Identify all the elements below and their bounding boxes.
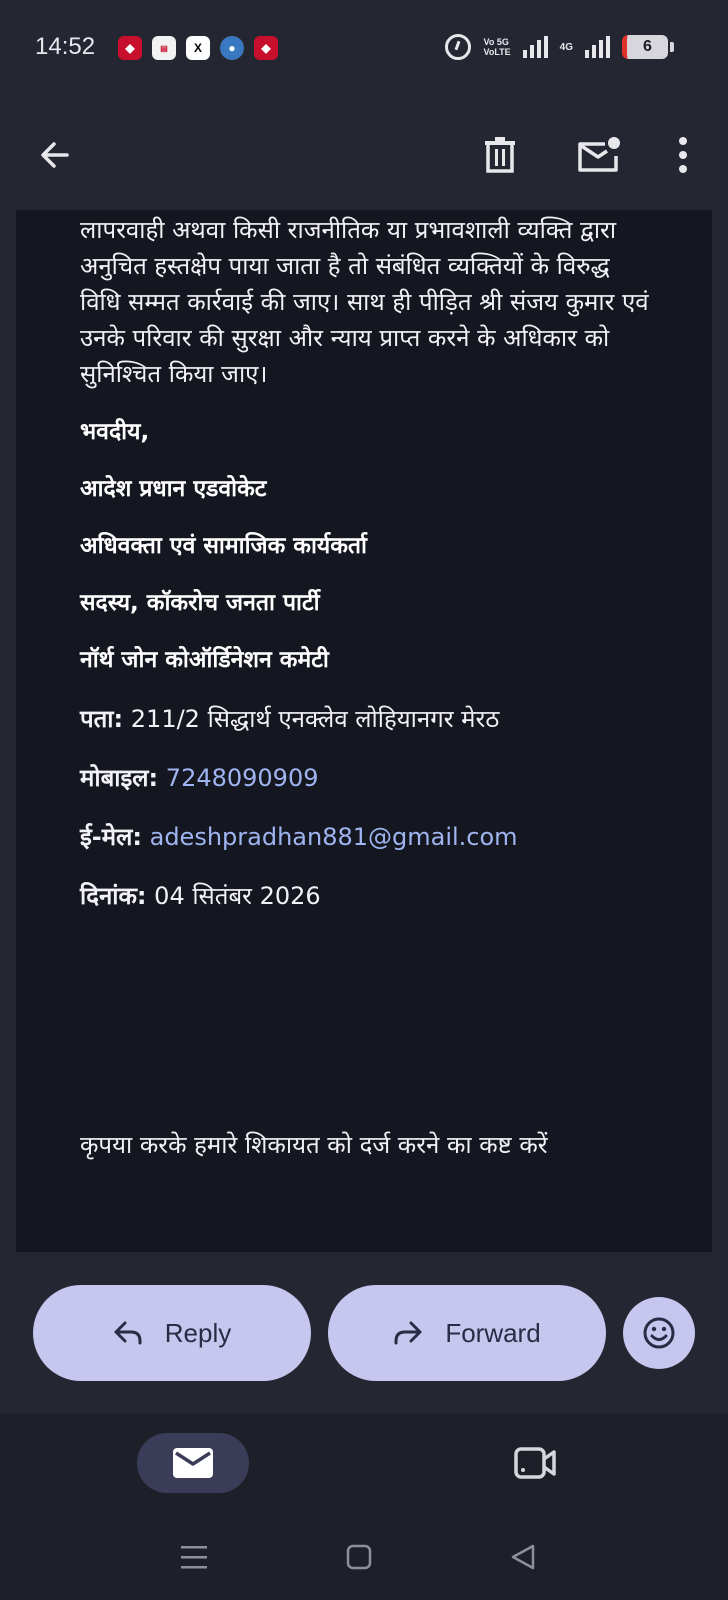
globe-notification-icon: ● [220,36,244,60]
footer-text: कृपया करके हमारे शिकायत को दर्ज करने का … [80,1131,548,1159]
signal-icon [522,36,548,58]
signature-committee: नॉर्थ जोन कोऑर्डिनेशन कमेटी [80,647,329,673]
forward-label: Forward [445,1317,541,1348]
signature-role: अधिवक्ता एवं सामाजिक कार्यकर्ता [80,533,367,559]
body-line: उनके परिवार की सुरक्षा और न्याय प्राप्त … [80,324,610,352]
date-label: दिनांक: [80,882,147,910]
app-notification-icon-2: ◆ [254,36,278,60]
mobile-link[interactable]: 7248090909 [166,764,319,792]
alarm-icon [445,34,472,60]
mobile-label: मोबाइल: [80,764,159,792]
address-row: पता: 211/2 सिद्धार्थ एनक्लेव लोहियानगर म… [80,702,648,736]
home-button[interactable] [334,1537,384,1577]
battery-icon: 6 [622,35,674,59]
body-line: सुनिश्चित किया जाए। [80,360,268,388]
recent-apps-button[interactable] [169,1537,219,1577]
volte-label-2: VoLTE [483,47,511,57]
email-label: ई-मेल: [80,823,142,851]
menu-icon [181,1546,207,1569]
email-actions: Reply Forward [0,1285,728,1381]
delete-button[interactable] [465,120,535,190]
x-notification-icon: X [186,36,210,60]
reply-label: Reply [164,1317,232,1348]
back-arrow-icon [41,142,69,168]
reply-icon [114,1321,142,1345]
trash-icon [485,137,515,173]
battery-level: 6 [643,38,652,55]
volte-label-1: Vo 5G [483,37,509,47]
email-link[interactable]: adeshpradhan881@gmail.com [150,823,518,851]
reply-button[interactable]: Reply [33,1285,311,1381]
system-navigation [0,1523,728,1600]
video-call-icon [514,1447,556,1479]
system-back-button[interactable] [498,1537,548,1577]
address-value: 211/2 सिद्धार्थ एनक्लेव लोहियानगर मेरठ [130,705,500,733]
body-line: अनुचित हस्तक्षेप पाया जाता है तो संबंधित… [80,252,610,280]
network-label: 4G [559,41,573,53]
app-notification-icon: ◆ [118,36,142,60]
forward-icon [394,1321,422,1345]
home-icon [346,1544,372,1570]
forward-button[interactable]: Forward [328,1285,606,1381]
more-options-button[interactable] [648,120,718,190]
body-line: लापरवाही अथवा किसी राजनीतिक या प्रभावशाल… [80,216,617,244]
body-line: विधि सम्मत कार्रवाई की जाए। साथ ही पीड़ि… [80,288,649,316]
volte-indicator: Vo 5G VoLTE [483,37,510,57]
news-notification-icon: ▤ [152,36,176,60]
screen: 14:52 ◆ ▤ X ● ◆ Vo 5G VoLTE 4G 6 लापरवाह… [0,0,728,1600]
app-bar [0,100,728,210]
back-icon [511,1544,535,1570]
network-4g-indicator: 4G [560,42,573,53]
email-paragraph: लापरवाही अथवा किसी राजनीतिक या प्रभावशाल… [80,212,680,392]
emoji-react-icon [643,1317,675,1349]
notification-icons: ◆ ▤ X ● ◆ [118,36,278,60]
emoji-reaction-button[interactable] [623,1297,695,1369]
back-button[interactable] [20,120,90,190]
email-body: लापरवाही अथवा किसी राजनीतिक या प्रभावशाल… [16,210,712,1252]
status-bar: 14:52 ◆ ▤ X ● ◆ Vo 5G VoLTE 4G 6 [0,0,728,100]
signature-name: आदेश प्रधान एडवोकेट [80,476,267,502]
bottom-navigation [0,1413,728,1523]
date-value: 04 सितंबर 2026 [154,882,321,910]
email-row: ई-मेल: adeshpradhan881@gmail.com [80,820,648,854]
nav-mail-tab[interactable] [137,1433,249,1493]
date-row: दिनांक: 04 सितंबर 2026 [80,879,648,913]
mark-unread-icon [578,137,620,172]
status-time: 14:52 [35,33,96,60]
address-label: पता: [80,705,124,733]
signal-icon-2 [585,36,610,58]
nav-meet-tab[interactable] [505,1437,565,1489]
mobile-row: मोबाइल: 7248090909 [80,761,648,795]
signature-member: सदस्य, कॉकरोच जनता पार्टी [80,590,320,616]
system-icons: Vo 5G VoLTE 4G 6 [445,34,674,60]
mail-icon [173,1448,213,1478]
more-vert-icon [679,137,687,173]
closing-text: भवदीय, [80,419,150,445]
mark-unread-button[interactable] [564,120,634,190]
